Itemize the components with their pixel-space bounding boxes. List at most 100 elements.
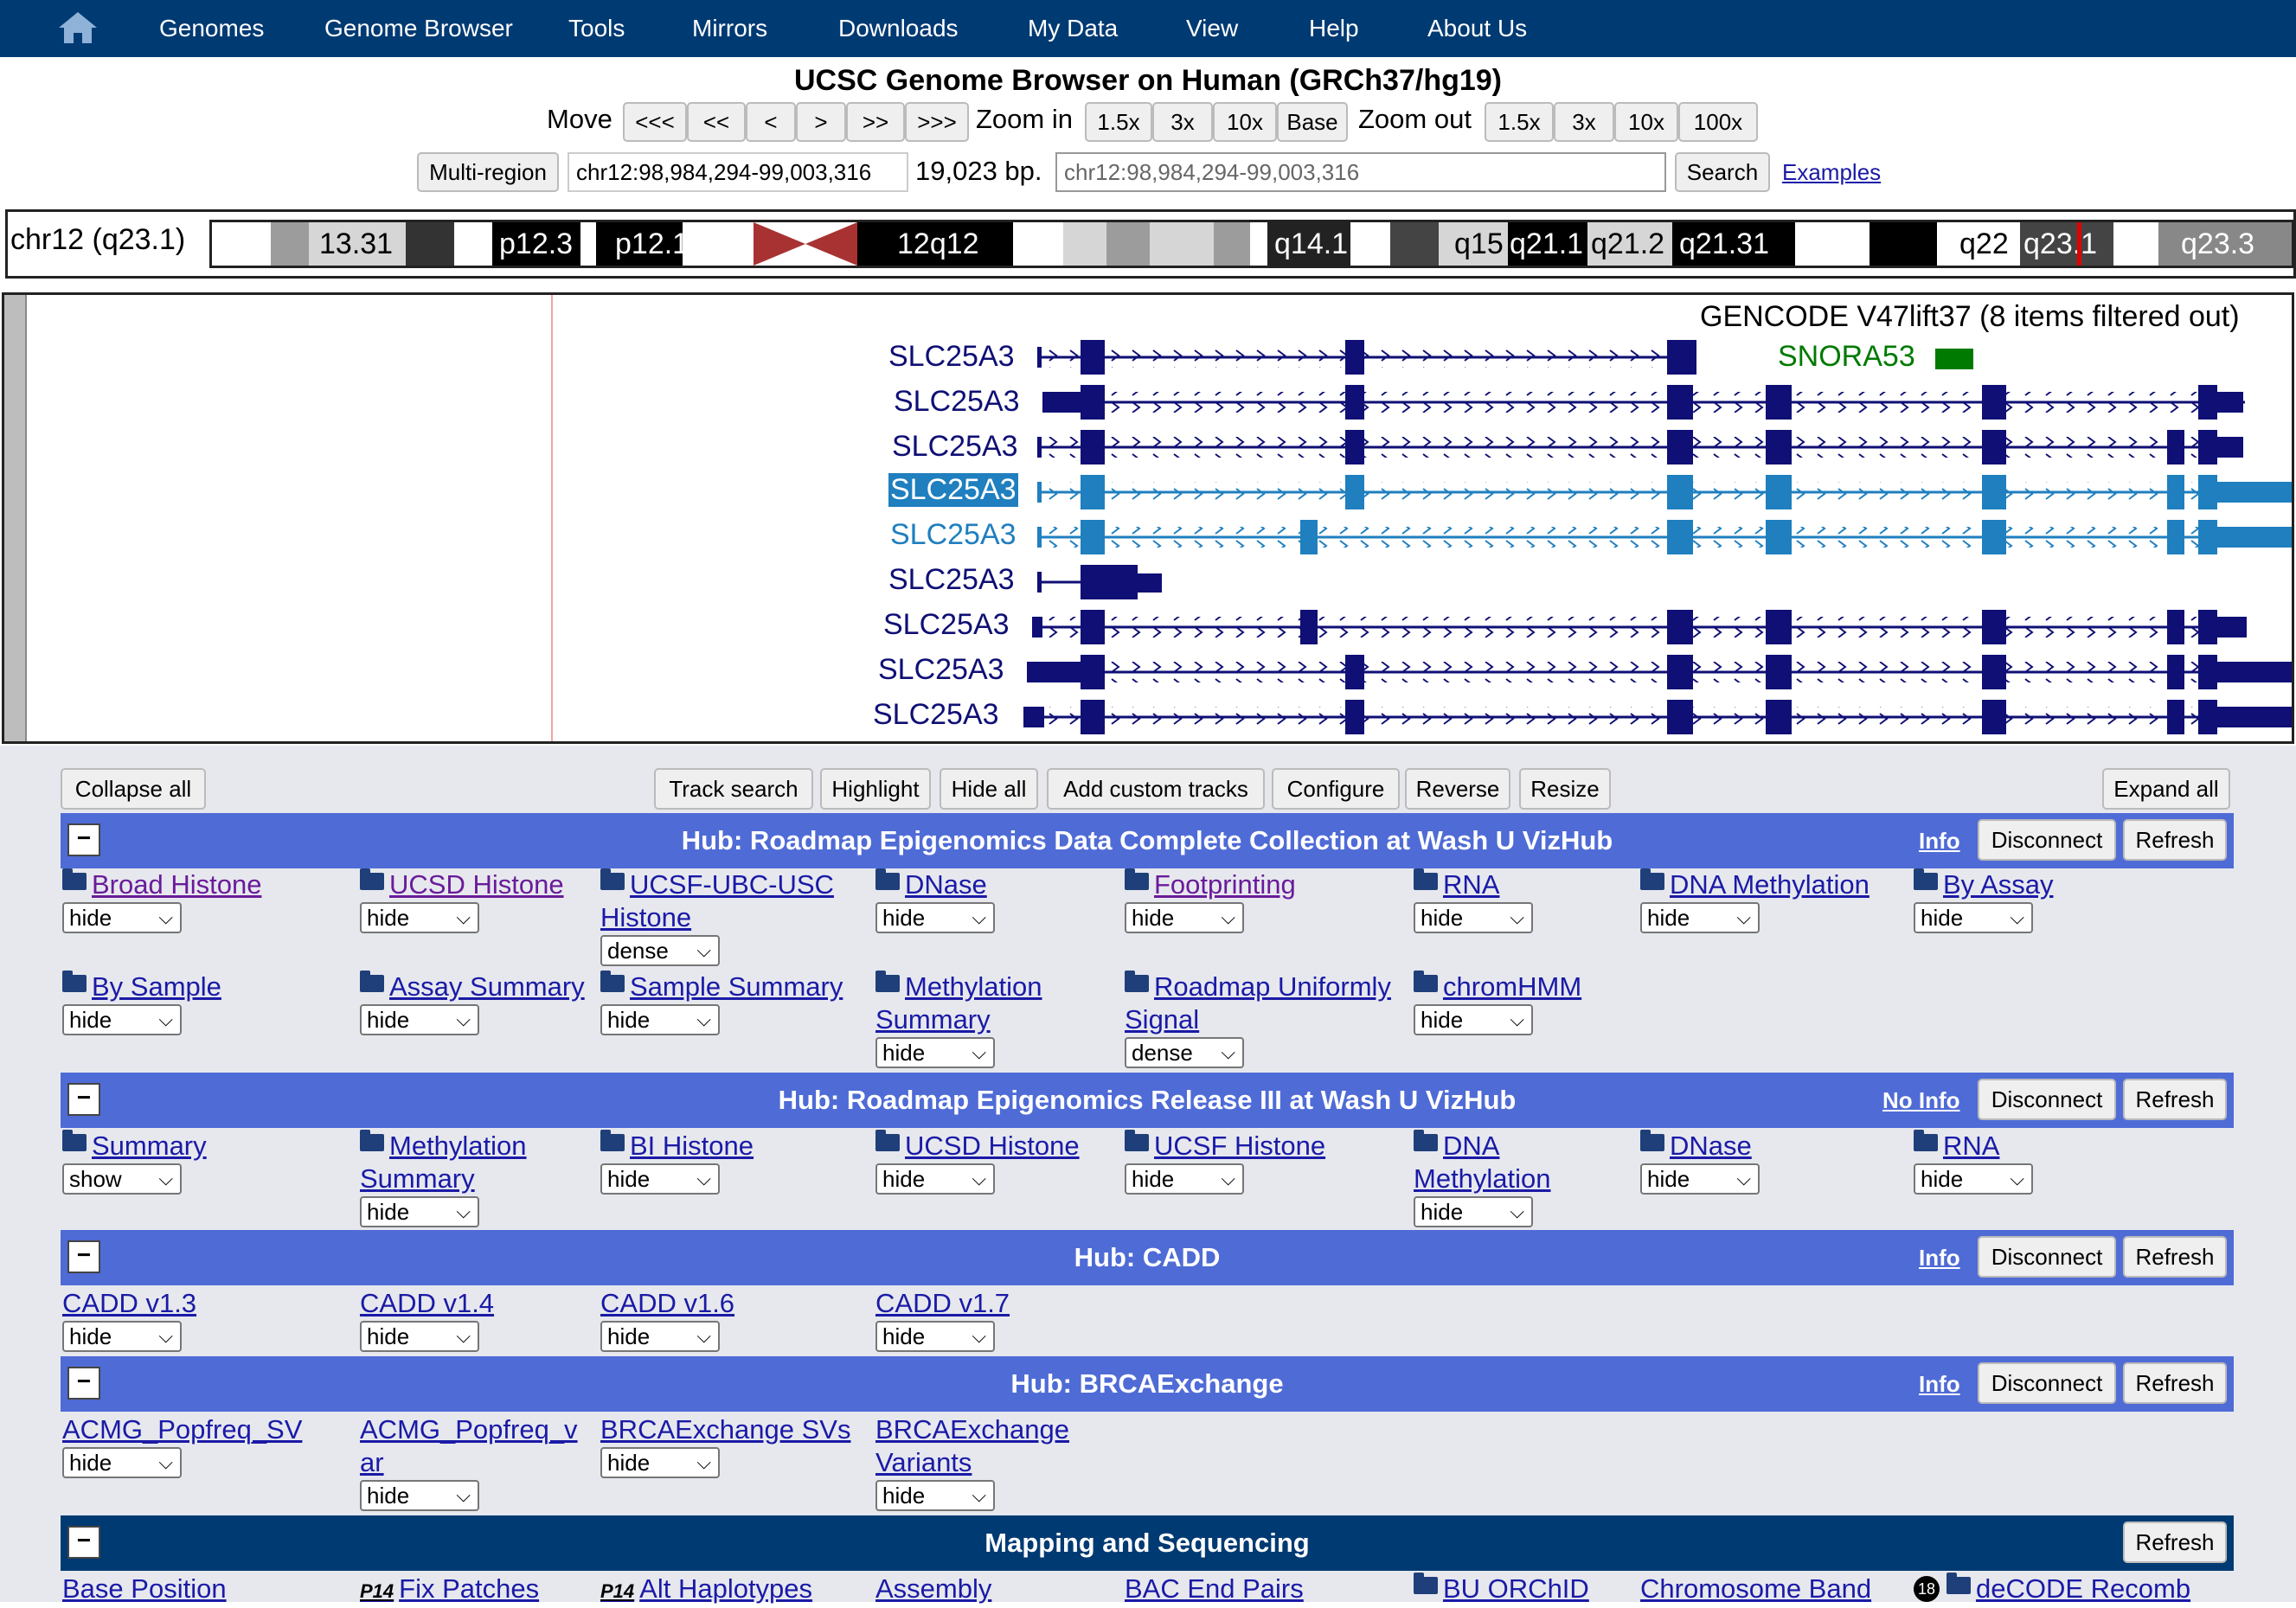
track-link[interactable]: UCSF Histone [1125,1130,1325,1163]
refresh-button[interactable]: Refresh [2123,1079,2227,1120]
visibility-select[interactable]: show ⌵ [62,1163,182,1195]
track-link[interactable]: chromHMM [1414,971,1581,1003]
visibility-select[interactable]: hide ⌵ [600,1004,720,1035]
track-link[interactable]: BRCAExchange SVs [600,1413,850,1446]
track-link[interactable]: Broad Histone [62,868,261,901]
track-link[interactable]: CADD v1.4 [360,1287,494,1320]
zoom-out-10x-button[interactable]: 10x [1614,102,1678,142]
visibility-select[interactable]: hide ⌵ [875,1480,995,1511]
visibility-select[interactable]: hide ⌵ [875,1321,995,1352]
track-link[interactable]: CADD v1.6 [600,1287,734,1320]
track-link-line2[interactable]: ar [360,1446,384,1479]
move-right-button[interactable]: > [796,102,846,142]
expand-all-button[interactable]: Expand all [2102,768,2230,810]
hide-all-button[interactable]: Hide all [940,768,1038,810]
nav-mirrors[interactable]: Mirrors [692,0,767,57]
visibility-select[interactable]: hide ⌵ [875,1163,995,1195]
visibility-select[interactable]: hide ⌵ [875,902,995,933]
track-link[interactable]: CADD v1.3 [62,1287,196,1320]
track-link[interactable]: ACMG_Popfreq_v [360,1413,578,1446]
track-link[interactable]: By Sample [62,971,221,1003]
transcript-7[interactable] [1032,610,2247,644]
visibility-select[interactable]: hide ⌵ [1640,902,1760,933]
move-far-left-button[interactable]: <<< [623,102,687,142]
track-link[interactable]: UCSD Histone [360,868,564,901]
visibility-select[interactable]: hide ⌵ [360,1321,479,1352]
zoom-out-100x-button[interactable]: 100x [1678,102,1758,142]
track-link-line2[interactable]: Signal [1125,1003,1199,1036]
visibility-select[interactable]: hide ⌵ [62,902,182,933]
track-image-panel[interactable]: GENCODE V47lift37 (8 items filtered out)… [2,292,2294,744]
track-link-line2[interactable]: Histone [600,901,691,934]
track-link[interactable]: Summary [62,1130,207,1163]
track-link[interactable]: RNA [1914,1130,1999,1163]
move-left-more-button[interactable]: << [687,102,746,142]
search-input[interactable]: chr12:98,984,294-99,003,316 [1055,152,1666,192]
configure-button[interactable]: Configure [1272,768,1400,810]
nav-view[interactable]: View [1186,0,1238,57]
refresh-button[interactable]: Refresh [2123,819,2227,861]
visibility-select[interactable]: hide ⌵ [360,902,479,933]
refresh-button[interactable]: Refresh [2123,1236,2227,1278]
visibility-select[interactable]: dense ⌵ [1125,1037,1244,1068]
track-link[interactable]: Methylation [360,1130,527,1163]
visibility-select[interactable]: hide ⌵ [600,1447,720,1478]
track-link[interactable]: ACMG_Popfreq_SV [62,1413,302,1446]
zoom-out-3x-button[interactable]: 3x [1554,102,1614,142]
transcript-2[interactable] [1042,385,2245,420]
zoom-base-button[interactable]: Base [1277,102,1348,142]
track-link[interactable]: deCODE Recomb [1946,1573,2190,1605]
track-link-line2[interactable]: Methylation [1414,1163,1551,1195]
track-link[interactable]: CADD v1.7 [875,1287,1010,1320]
visibility-select[interactable]: hide ⌵ [600,1163,720,1195]
track-link[interactable]: BI Histone [600,1130,754,1163]
track-link[interactable]: UCSF-UBC-USC [600,868,834,901]
move-right-more-button[interactable]: >> [846,102,905,142]
visibility-select[interactable]: hide ⌵ [1414,1196,1533,1227]
multi-region-button[interactable]: Multi-region [417,152,559,192]
track-link-line2[interactable]: Summary [360,1163,475,1195]
track-link[interactable]: BU ORChID [1414,1573,1589,1605]
track-link[interactable]: Assembly [875,1573,991,1605]
visibility-select[interactable]: hide ⌵ [62,1321,182,1352]
track-link[interactable]: Footprinting [1125,868,1296,901]
visibility-select[interactable]: hide ⌵ [1125,1163,1244,1195]
highlight-button[interactable]: Highlight [820,768,931,810]
visibility-select[interactable]: hide ⌵ [1125,902,1244,933]
track-link[interactable]: DNase [1640,1130,1752,1163]
nav-about-us[interactable]: About Us [1427,0,1527,57]
visibility-select[interactable]: hide ⌵ [1640,1163,1760,1195]
track-search-button[interactable]: Track search [654,768,813,810]
move-far-right-button[interactable]: >>> [905,102,969,142]
visibility-select[interactable]: hide ⌵ [360,1480,479,1511]
hub-info-link[interactable]: Info [1919,1230,1960,1285]
transcript-6[interactable] [1037,565,1162,599]
nav-help[interactable]: Help [1309,0,1359,57]
nav-tools[interactable]: Tools [568,0,625,57]
add-custom-tracks-button[interactable]: Add custom tracks [1047,768,1265,810]
move-left-button[interactable]: < [746,102,796,142]
home-icon[interactable] [57,10,99,45]
nav-genomes[interactable]: Genomes [159,0,264,57]
track-link[interactable]: P14 Alt Haplotypes [600,1573,812,1608]
track-link[interactable]: BAC End Pairs [1125,1573,1304,1605]
transcript-5[interactable] [1037,520,2293,554]
disconnect-button[interactable]: Disconnect [1978,1079,2116,1120]
refresh-button[interactable]: Refresh [2123,1522,2227,1563]
transcript-3[interactable] [1037,430,2243,464]
visibility-select[interactable]: hide ⌵ [62,1447,182,1478]
chromosome-ideogram[interactable]: 13.31 p12.3 p12.1 12q12 q14.1 q15 q21.1 … [209,220,2294,268]
visibility-select[interactable]: hide ⌵ [1414,1004,1533,1035]
zoom-out-1.5x-button[interactable]: 1.5x [1485,102,1554,142]
track-link[interactable]: Chromosome Band [1640,1573,1871,1605]
track-link-line2[interactable]: Variants [875,1446,972,1479]
reverse-button[interactable]: Reverse [1405,768,1510,810]
nav-downloads[interactable]: Downloads [838,0,959,57]
track-link[interactable]: Sample Summary [600,971,843,1003]
visibility-select[interactable]: hide ⌵ [1914,1163,2033,1195]
visibility-select[interactable]: hide ⌵ [360,1004,479,1035]
transcript-8[interactable] [1027,655,2293,689]
nav-genome-browser[interactable]: Genome Browser [324,0,513,57]
zoom-in-10x-button[interactable]: 10x [1213,102,1277,142]
zoom-in-3x-button[interactable]: 3x [1152,102,1213,142]
